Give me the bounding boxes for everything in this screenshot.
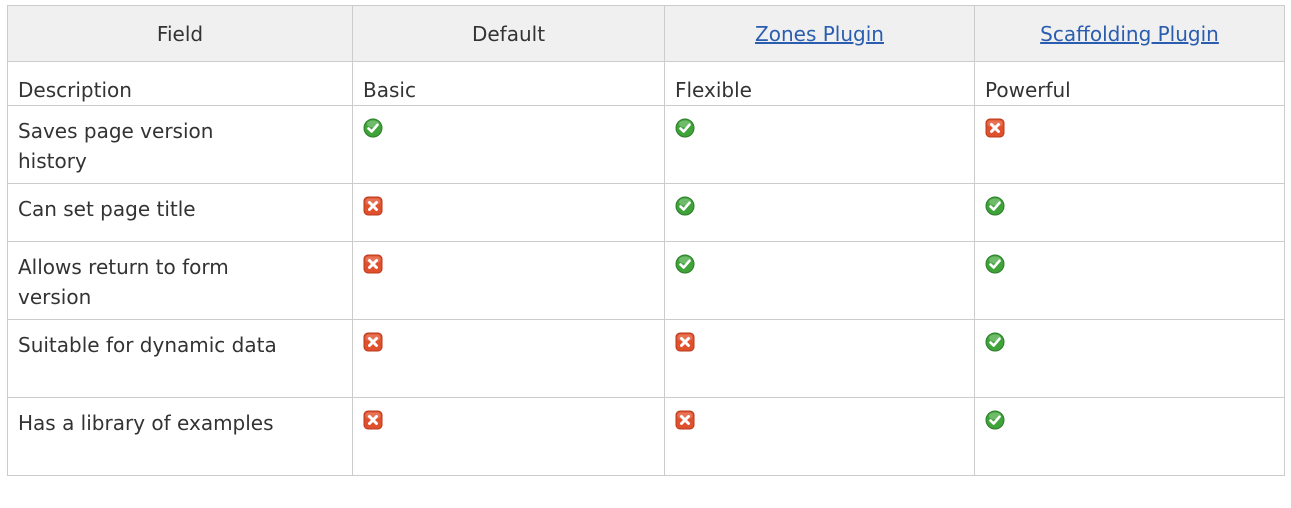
row-field-cell: Has a library of examples: [7, 397, 353, 476]
table-row: Saves page version history: [7, 105, 1285, 184]
check-icon: [985, 196, 1005, 216]
row-value-cell: [664, 105, 975, 184]
table-row: Suitable for dynamic data: [7, 319, 1285, 398]
row-field-cell: Can set page title: [7, 183, 353, 242]
cross-icon: [675, 410, 695, 430]
check-icon: [675, 118, 695, 138]
scaffolding-plugin-link[interactable]: Scaffolding Plugin: [1040, 22, 1219, 46]
comparison-table-container: Field Default Zones Plugin Scaffolding P…: [7, 5, 1285, 476]
row-value-cell: [974, 241, 1285, 320]
row-field-label: Saves page version history: [18, 119, 214, 173]
row-value-cell: [352, 319, 665, 398]
check-icon: [985, 254, 1005, 274]
cross-icon: [363, 410, 383, 430]
row-value-cell: [352, 105, 665, 184]
cross-icon: [363, 254, 383, 274]
row-value-cell: [664, 241, 975, 320]
check-icon: [363, 118, 383, 138]
cross-icon: [363, 332, 383, 352]
cross-icon: [363, 196, 383, 216]
cross-icon: [985, 118, 1005, 138]
check-icon: [675, 254, 695, 274]
check-icon: [985, 332, 1005, 352]
row-value-cell: [974, 319, 1285, 398]
table-row: Allows return to form version: [7, 241, 1285, 320]
header-zones-plugin: Zones Plugin: [664, 5, 975, 62]
header-default-label: Default: [471, 21, 546, 46]
row-field-cell: Allows return to form version: [7, 241, 353, 320]
row-value-cell: [352, 183, 665, 242]
row-value-cell: [352, 241, 665, 320]
row-value-cell: [974, 397, 1285, 476]
header-field: Field: [7, 5, 353, 62]
row-value-cell: [664, 183, 975, 242]
row-value-cell: [664, 319, 975, 398]
row-field-label: Can set page title: [18, 197, 196, 221]
row-value-cell: [974, 183, 1285, 242]
zones-plugin-link[interactable]: Zones Plugin: [755, 22, 884, 46]
check-icon: [675, 196, 695, 216]
row-value-cell: [974, 105, 1285, 184]
header-field-label: Field: [156, 21, 204, 46]
row-field-label: Suitable for dynamic data: [18, 333, 277, 357]
header-scaffolding-plugin: Scaffolding Plugin: [974, 5, 1285, 62]
row-field-cell: Suitable for dynamic data: [7, 319, 353, 398]
row-value-text: Basic: [363, 78, 416, 102]
row-field-label: Has a library of examples: [18, 411, 274, 435]
row-value-cell: [352, 397, 665, 476]
check-icon: [985, 410, 1005, 430]
cross-icon: [675, 332, 695, 352]
row-field-cell: Saves page version history: [7, 105, 353, 184]
header-row: Field Default Zones Plugin Scaffolding P…: [7, 5, 1285, 62]
row-value-cell: Powerful: [974, 61, 1285, 106]
row-value-cell: [664, 397, 975, 476]
table-row: Description Basic Flexible Powerful: [7, 61, 1285, 106]
row-value-cell: Basic: [352, 61, 665, 106]
comparison-table: Field Default Zones Plugin Scaffolding P…: [7, 5, 1285, 476]
table-row: Has a library of examples: [7, 397, 1285, 476]
header-default: Default: [352, 5, 665, 62]
table-row: Can set page title: [7, 183, 1285, 242]
row-field-cell: Description: [7, 61, 353, 106]
row-value-cell: Flexible: [664, 61, 975, 106]
row-field-label: Description: [18, 78, 132, 102]
row-field-label: Allows return to form version: [18, 255, 229, 309]
row-value-text: Powerful: [985, 78, 1071, 102]
row-value-text: Flexible: [675, 78, 752, 102]
